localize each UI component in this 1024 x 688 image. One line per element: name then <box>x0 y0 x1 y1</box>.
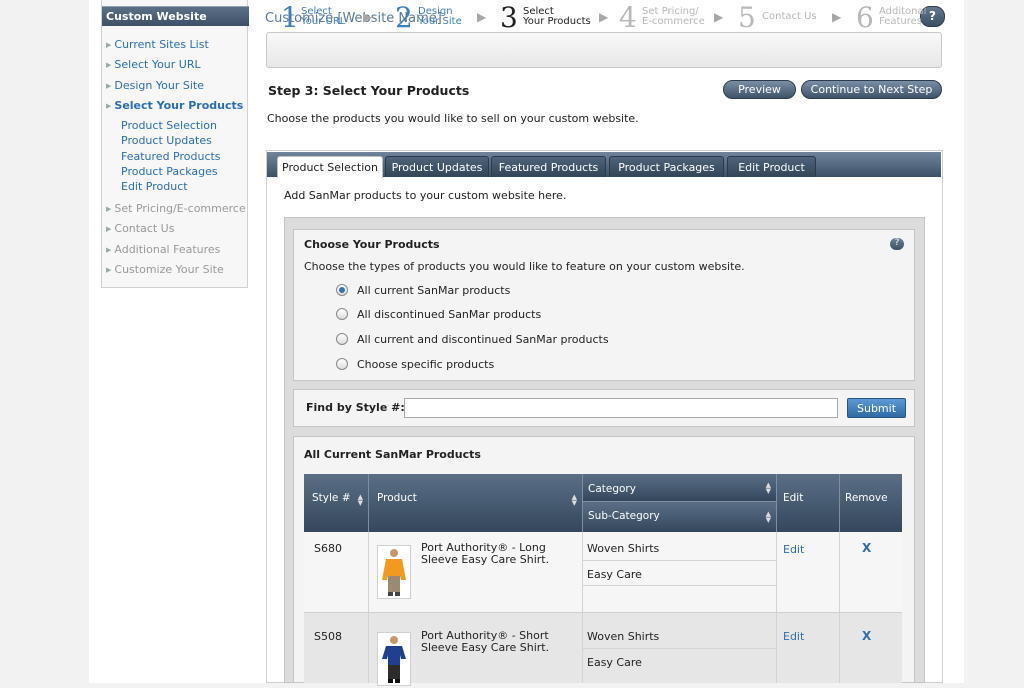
tab-product-packages[interactable]: Product Packages <box>609 156 724 177</box>
sidebar-item-select-url[interactable]: ▶ Select Your URL <box>106 58 201 71</box>
arrow-right-icon: ▶ <box>599 10 609 24</box>
preview-button[interactable]: Preview <box>723 80 796 99</box>
arrow-right-icon: ▶ <box>106 225 112 233</box>
edit-link[interactable]: Edit <box>783 630 804 643</box>
product-thumbnail[interactable] <box>377 545 411 599</box>
tab-edit-product[interactable]: Edit Product <box>727 156 816 177</box>
help-icon[interactable]: ? <box>890 238 904 250</box>
sidebar: Custom Website ▶ Current Sites List ▶ Sele… <box>101 0 249 288</box>
radio-all-current[interactable]: All current SanMar products <box>336 284 510 297</box>
arrow-right-icon: ▶ <box>106 266 112 274</box>
sort-icon[interactable]: ▲ ▼ <box>572 494 577 507</box>
column-header-subcategory[interactable]: Sub-Category ▲ ▼ <box>583 502 777 532</box>
tab-featured-products[interactable]: Featured Products <box>491 156 606 177</box>
sidebar-subitem-product-selection[interactable]: Product Selection <box>121 119 217 132</box>
shirt-image <box>382 636 406 683</box>
sidebar-header: Custom Website <box>102 6 249 26</box>
column-header-remove: Remove <box>840 474 902 532</box>
choose-products-description: Choose the types of products you would l… <box>304 260 745 273</box>
arrow-right-icon: ▶ <box>106 41 112 49</box>
arrow-right-icon: ▶ <box>106 102 112 110</box>
submit-button[interactable]: Submit <box>847 398 906 418</box>
tab-product-selection[interactable]: Product Selection <box>277 156 383 178</box>
sidebar-item-select-products[interactable]: ▶ Select Your Products <box>106 99 243 112</box>
arrow-right-icon: ▶ <box>106 82 112 90</box>
table-row: S508 Port Authority® - Short Sleeve Easy … <box>304 613 902 686</box>
remove-icon[interactable]: X <box>862 629 871 643</box>
radio-icon[interactable] <box>336 308 348 320</box>
tab-description: Add SanMar products to your custom websi… <box>284 189 567 202</box>
arrow-right-icon: ▶ <box>363 10 373 24</box>
arrow-right-icon: ▶ <box>714 10 724 24</box>
sidebar-subitem-featured-products[interactable]: Featured Products <box>121 150 221 163</box>
arrow-right-icon: ▶ <box>106 61 112 69</box>
radio-icon[interactable] <box>336 358 348 370</box>
intro-text: Choose the products you would like to se… <box>267 112 639 125</box>
sort-icon[interactable]: ▲ ▼ <box>358 494 363 507</box>
radio-all-discontinued[interactable]: All discontinued SanMar products <box>336 308 541 321</box>
sidebar-item-pricing: ▶ Set Pricing/E-commerce <box>106 202 246 215</box>
continue-button[interactable]: Continue to Next Step <box>801 80 942 99</box>
column-header-category[interactable]: Category ▲ ▼ <box>583 474 777 502</box>
shirt-image <box>382 549 406 596</box>
sidebar-subitem-edit-product[interactable]: Edit Product <box>121 180 188 193</box>
step-progress-bar <box>266 32 942 68</box>
step-heading: Step 3: Select Your Products <box>268 83 470 98</box>
product-list-title: All Current SanMar Products <box>304 448 481 461</box>
column-header-style[interactable]: Style # ▲ ▼ <box>304 474 369 532</box>
radio-choose-specific[interactable]: Choose specific products <box>336 358 494 371</box>
edit-link[interactable]: Edit <box>783 543 804 556</box>
tab-product-updates[interactable]: Product Updates <box>385 156 489 177</box>
sidebar-item-customize: ▶ Customize Your Site <box>106 263 224 276</box>
radio-selected-icon[interactable] <box>336 284 348 296</box>
radio-icon[interactable] <box>336 333 348 345</box>
table-row: S680 Port Authority® - Long Sleeve Easy C… <box>304 532 902 613</box>
arrow-right-icon: ▶ <box>106 205 112 213</box>
sort-icon[interactable]: ▲ ▼ <box>766 482 771 495</box>
remove-icon[interactable]: X <box>862 541 871 555</box>
sidebar-subitem-product-updates[interactable]: Product Updates <box>121 134 212 147</box>
column-header-edit: Edit <box>777 474 840 532</box>
style-search-input[interactable] <box>404 398 838 418</box>
sidebar-subitem-product-packages[interactable]: Product Packages <box>121 165 218 178</box>
radio-current-and-discontinued[interactable]: All current and discontinued SanMar prod… <box>336 333 609 346</box>
sidebar-item-contact: ▶ Contact Us <box>106 222 175 235</box>
arrow-right-icon: ▶ <box>477 10 487 24</box>
arrow-right-icon: ▶ <box>106 246 112 254</box>
sort-icon[interactable]: ▲ ▼ <box>766 511 771 524</box>
column-header-product[interactable]: Product ▲ ▼ <box>369 474 583 532</box>
arrow-right-icon: ▶ <box>832 10 842 24</box>
sidebar-item-additional: ▶ Additional Features <box>106 243 221 256</box>
product-thumbnail[interactable] <box>377 632 411 686</box>
find-style-label: Find by Style #: <box>306 401 405 414</box>
sidebar-item-design-site[interactable]: ▶ Design Your Site <box>106 79 204 92</box>
choose-products-title: Choose Your Products <box>304 238 440 251</box>
sidebar-item-current-sites[interactable]: ▶ Current Sites List <box>106 38 209 51</box>
